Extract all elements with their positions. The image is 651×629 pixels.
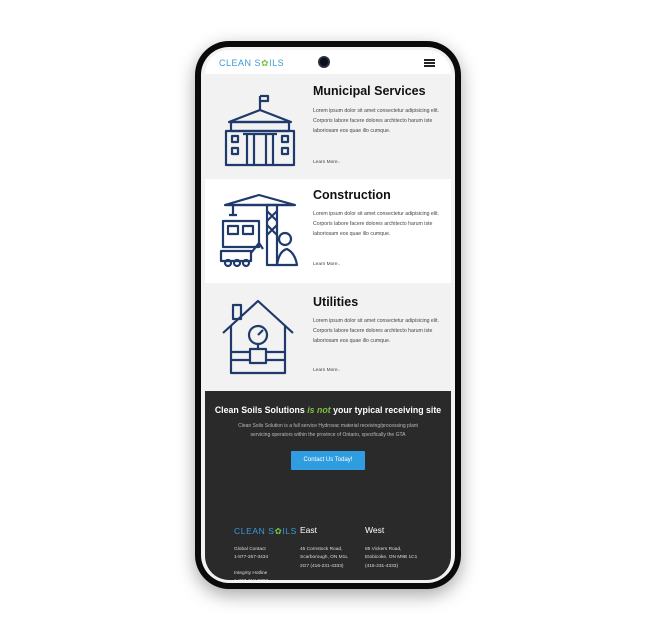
integrity-hotline: Integrity Hotline 1-877-318-9783	[234, 570, 296, 580]
hamburger-icon[interactable]	[424, 59, 435, 67]
learn-more-link[interactable]: Learn More..	[313, 160, 340, 165]
global-contact-phone[interactable]: 1-877-267-3434	[234, 554, 296, 562]
leaf-icon: ✿	[261, 58, 270, 68]
footer-east-heading: East	[300, 525, 318, 535]
service-description: Lorem ipsum dolor sit amet consectetur a…	[313, 318, 439, 345]
global-contact: Global Contact 1-877-267-3434	[234, 546, 296, 563]
service-description: Lorem ipsum dolor sit amet consectetur a…	[313, 211, 439, 238]
logo-text-end: ILS	[282, 526, 297, 536]
integrity-label: Integrity Hotline	[234, 571, 268, 576]
contact-us-button[interactable]: Contact Us Today!	[291, 451, 365, 470]
brand-logo[interactable]: CLEAN S✿ILS	[219, 58, 284, 69]
phone-screen: CLEAN S✿ILS Municipal Services Lorem ips…	[205, 50, 451, 580]
integrity-phone[interactable]: 1-877-318-9783	[234, 578, 296, 580]
footer-west-heading: West	[365, 525, 385, 535]
construction-crane-icon	[219, 193, 299, 268]
cta-footer-section: Clean Soils Solutions is not your typica…	[205, 391, 451, 580]
phone-frame: CLEAN S✿ILS Municipal Services Lorem ips…	[195, 41, 461, 589]
global-contact-label: Global Contact	[234, 547, 266, 552]
municipal-building-icon	[224, 94, 296, 167]
service-title: Municipal Services	[313, 84, 426, 98]
service-construction: Construction Lorem ipsum dolor sit amet …	[205, 179, 451, 283]
stage: CLEAN S✿ILS Municipal Services Lorem ips…	[0, 0, 651, 629]
learn-more-link[interactable]: Learn More..	[313, 368, 340, 373]
phone-screen-bezel: CLEAN S✿ILS Municipal Services Lorem ips…	[201, 47, 455, 583]
service-municipal: Municipal Services Lorem ipsum dolor sit…	[205, 74, 451, 179]
service-title: Utilities	[313, 295, 359, 309]
logo-text-end: ILS	[269, 58, 285, 68]
west-address: 85 Vickers Road, Etobicoke, ON M9B 1C1 (…	[365, 547, 418, 569]
service-description: Lorem ipsum dolor sit amet consectetur a…	[313, 108, 439, 135]
cta-title-accent: is not	[307, 405, 331, 415]
east-address: 45 Cornstock Road, Scarborough, ON M1L 2…	[300, 547, 348, 569]
footer-logo[interactable]: CLEAN S✿ILS	[234, 526, 297, 537]
top-navbar: CLEAN S✿ILS	[205, 50, 451, 74]
service-utilities: Utilities Lorem ipsum dolor sit amet con…	[205, 283, 451, 391]
house-gauge-icon	[222, 299, 294, 375]
logo-text-start: CLEAN S	[219, 58, 262, 68]
camera-icon	[318, 56, 330, 68]
cta-title: Clean Soils Solutions is not your typica…	[214, 405, 442, 415]
cta-subtitle: Clean Soils Solution is a full service H…	[238, 423, 418, 438]
logo-text-start: CLEAN S	[234, 526, 275, 536]
service-title: Construction	[313, 188, 391, 202]
learn-more-link[interactable]: Learn More..	[313, 262, 340, 267]
